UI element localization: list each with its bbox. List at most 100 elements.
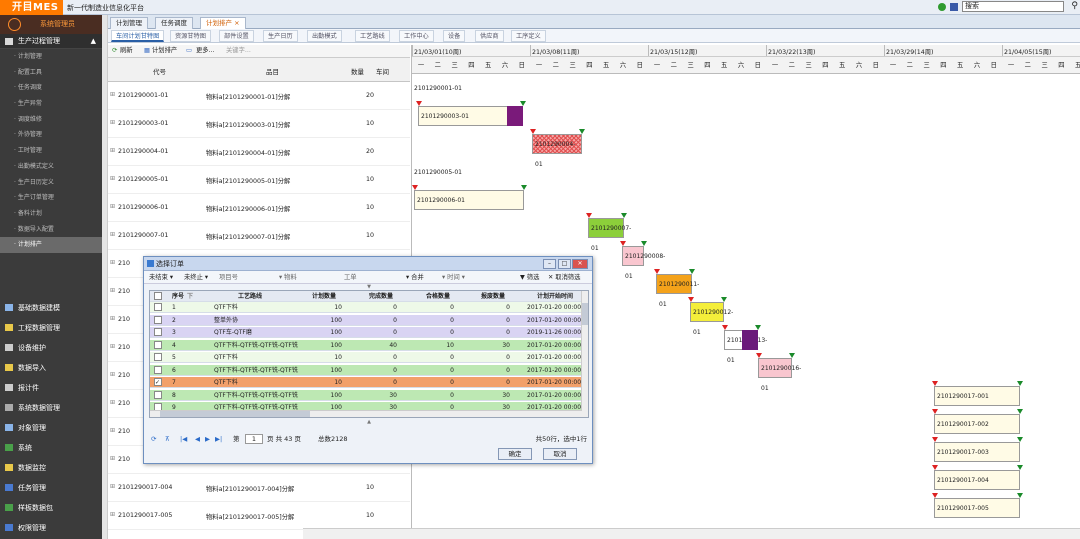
close-tab-icon[interactable]: × xyxy=(232,19,239,27)
gantt-bar[interactable]: 2101290017-005 xyxy=(934,498,1020,518)
sidebar-item[interactable]: · 计划管理 xyxy=(0,49,102,65)
sidebar-item[interactable]: · 出勤模式定义 xyxy=(0,159,102,175)
minimize-button[interactable]: – xyxy=(543,259,556,269)
subtab[interactable]: 供应商 xyxy=(475,30,504,42)
sidebar-section[interactable]: 样板数据包 xyxy=(0,498,102,518)
gantt-bar-segment[interactable] xyxy=(507,106,523,126)
expand-icon[interactable]: ⊞ xyxy=(110,315,115,322)
sidebar-section-production[interactable]: 生产过程管理 ▲ xyxy=(0,34,102,49)
table-row[interactable]: 1 QTF下料 10 0 0 0 2017-01-20 00:00 xyxy=(150,302,582,313)
sidebar-item[interactable]: · 工时管理 xyxy=(0,143,102,159)
clear-filter-button[interactable]: ✕ 取消筛选 xyxy=(548,271,580,284)
col-item[interactable]: 品目 xyxy=(266,66,279,76)
expand-icon[interactable]: ⊞ xyxy=(110,427,115,434)
time-select[interactable]: ▾ 时间 ▾ xyxy=(442,271,465,284)
keyword-input[interactable]: 关键字... xyxy=(226,45,251,57)
col-seq[interactable]: 序号 xyxy=(172,291,184,302)
col-plan-qty[interactable]: 计划数量 xyxy=(312,291,336,302)
col-start-time[interactable]: 计划开始时间 xyxy=(537,291,573,302)
table-row[interactable]: ⊞ 2101290001-01 物料a[2101290001-01]分解 20 xyxy=(108,82,410,110)
table-row[interactable]: 4 QTF下料-QTF铣-QTF铣-QTF铣 100 40 10 30 2017-01-20… xyxy=(150,339,582,351)
vertical-scrollbar[interactable] xyxy=(581,291,588,417)
table-row[interactable]: 8 QTF下料-QTF铣-QTF铣-QTF铣 100 30 0 30 2017-01-20 … xyxy=(150,389,582,401)
tab[interactable]: 计划排产 × xyxy=(200,17,246,29)
table-row[interactable]: 2 整单外协 100 0 0 0 2017-01-20 00:00 xyxy=(150,314,582,326)
gantt-bar[interactable]: 2101290011-01 xyxy=(656,274,699,308)
table-row[interactable]: 3 QTF车-QTF磨 100 0 0 0 2019-11-26 00:00 xyxy=(150,327,582,338)
col-route[interactable]: 工艺路线 xyxy=(238,291,262,302)
sidebar-item[interactable]: · 任务调度 xyxy=(0,80,102,96)
table-hscrollbar[interactable] xyxy=(150,410,582,417)
status2-select[interactable]: 未终止 ▾ xyxy=(184,271,208,284)
user-panel[interactable]: 系统管理员 xyxy=(0,15,102,34)
gantt-bar[interactable]: 2101290007-01 xyxy=(588,218,631,252)
sidebar-item[interactable]: · 生产日历定义 xyxy=(0,175,102,191)
expand-icon[interactable]: ⊞ xyxy=(110,371,115,378)
table-row[interactable]: ⊞ 2101290017-004 物料a[2101290017-004]分解 10 xyxy=(108,474,410,502)
gantt-bar[interactable]: 2101290016-01 xyxy=(758,358,801,392)
col-scrap-qty[interactable]: 报废数量 xyxy=(481,291,505,302)
expand-icon[interactable]: ⊞ xyxy=(110,203,115,210)
table-row[interactable]: ⊞ 2101290004-01 物料a[2101290004-01]分解 20 xyxy=(108,138,410,166)
refresh-button[interactable]: 刷新 xyxy=(120,45,133,57)
search-icon[interactable]: ⚲ xyxy=(1071,1,1078,11)
sidebar-section[interactable]: 报计件 xyxy=(0,378,102,398)
material-input[interactable]: ▾ 物料 xyxy=(279,271,297,284)
expand-icon[interactable]: ⊞ xyxy=(110,287,115,294)
table-row[interactable]: ⊞ 2101290005-01 物料a[2101290005-01]分解 10 xyxy=(108,166,410,194)
search-input[interactable]: 搜索 xyxy=(962,1,1064,12)
gantt-bar[interactable]: 2101290012-01 xyxy=(690,302,733,336)
gantt-bar[interactable]: 2101290008-01 xyxy=(622,246,665,280)
expand-icon[interactable]: ⊞ xyxy=(110,511,115,518)
select-all-checkbox[interactable] xyxy=(154,292,162,300)
subtab[interactable]: 生产日历 xyxy=(263,30,298,42)
subtab[interactable]: 出勤模式 xyxy=(307,30,342,42)
refresh-icon[interactable]: ⟳ xyxy=(151,433,156,445)
sidebar-item[interactable]: · 调度维修 xyxy=(0,112,102,128)
expand-icon[interactable]: ⊞ xyxy=(110,343,115,350)
maximize-button[interactable]: □ xyxy=(558,259,571,269)
subtab[interactable]: 工序定义 xyxy=(511,30,546,42)
refresh-icon[interactable]: ⟳ xyxy=(112,45,117,57)
gantt-bar[interactable]: 2101290017-001 xyxy=(934,386,1020,406)
plan-button[interactable]: 计划排产 xyxy=(152,45,177,57)
expand-icon[interactable]: ⊞ xyxy=(110,147,115,154)
row-checkbox[interactable] xyxy=(154,390,162,399)
table-row[interactable]: 6 QTF下料-QTF铣-QTF铣-QTF铣 100 0 0 0 2017-01-20 00… xyxy=(150,364,582,376)
expand-icon[interactable]: ⊞ xyxy=(110,231,115,238)
tab[interactable]: 计划管理 xyxy=(110,17,148,29)
table-row[interactable]: ⊞ 2101290007-01 物料a[2101290007-01]分解 10 xyxy=(108,222,410,250)
close-button[interactable]: ✕ xyxy=(572,259,588,269)
sidebar-section[interactable]: 基础数据建模 xyxy=(0,298,102,318)
sidebar-section[interactable]: 任务管理 xyxy=(0,478,102,498)
sidebar-section[interactable]: 系统数据管理 xyxy=(0,398,102,418)
subtab[interactable]: 工艺路线 xyxy=(355,30,390,42)
row-checkbox[interactable] xyxy=(154,315,162,324)
table-row[interactable]: 5 QTF下料 10 0 0 0 2017-01-20 00:00 xyxy=(150,352,582,363)
expand-icon[interactable]: ⊞ xyxy=(110,91,115,98)
subtab[interactable]: 部件设置 xyxy=(219,30,254,42)
table-row[interactable]: ⊞ 2101290017-005 物料a[2101290017-005]分解 10 xyxy=(108,502,410,530)
subtab[interactable]: 工作中心 xyxy=(399,30,434,42)
row-checkbox[interactable] xyxy=(154,365,162,374)
gantt-bar-segment[interactable] xyxy=(742,330,758,350)
sidebar-section[interactable]: 对象管理 xyxy=(0,418,102,438)
expand-icon[interactable]: ⊞ xyxy=(110,455,115,462)
row-checkbox[interactable] xyxy=(154,340,162,349)
gantt-bar[interactable]: 2101290017-004 xyxy=(934,470,1020,490)
sidebar-item[interactable]: · 计划排产 xyxy=(0,237,102,253)
sidebar-item[interactable]: · 数据导入配置 xyxy=(0,222,102,238)
sidebar-item[interactable]: · 配置工具 xyxy=(0,65,102,81)
expand-icon[interactable]: ⊞ xyxy=(110,399,115,406)
row-checkbox[interactable] xyxy=(154,303,162,311)
table-row[interactable]: ⊞ 2101290003-01 物料a[2101290003-01]分解 10 xyxy=(108,110,410,138)
row-checkbox[interactable] xyxy=(154,353,162,361)
expand-icon[interactable]: ⊞ xyxy=(110,483,115,490)
prev-page-button[interactable]: ◀ xyxy=(195,433,200,445)
sidebar-item[interactable]: · 生产异常 xyxy=(0,96,102,112)
col-ok-qty[interactable]: 合格数量 xyxy=(426,291,450,302)
ok-button[interactable]: 确定 xyxy=(498,448,532,460)
row-checkbox[interactable]: ✓ xyxy=(154,378,162,386)
expand-icon[interactable]: ⊞ xyxy=(110,119,115,126)
sidebar-section[interactable]: 权限管理 xyxy=(0,518,102,538)
